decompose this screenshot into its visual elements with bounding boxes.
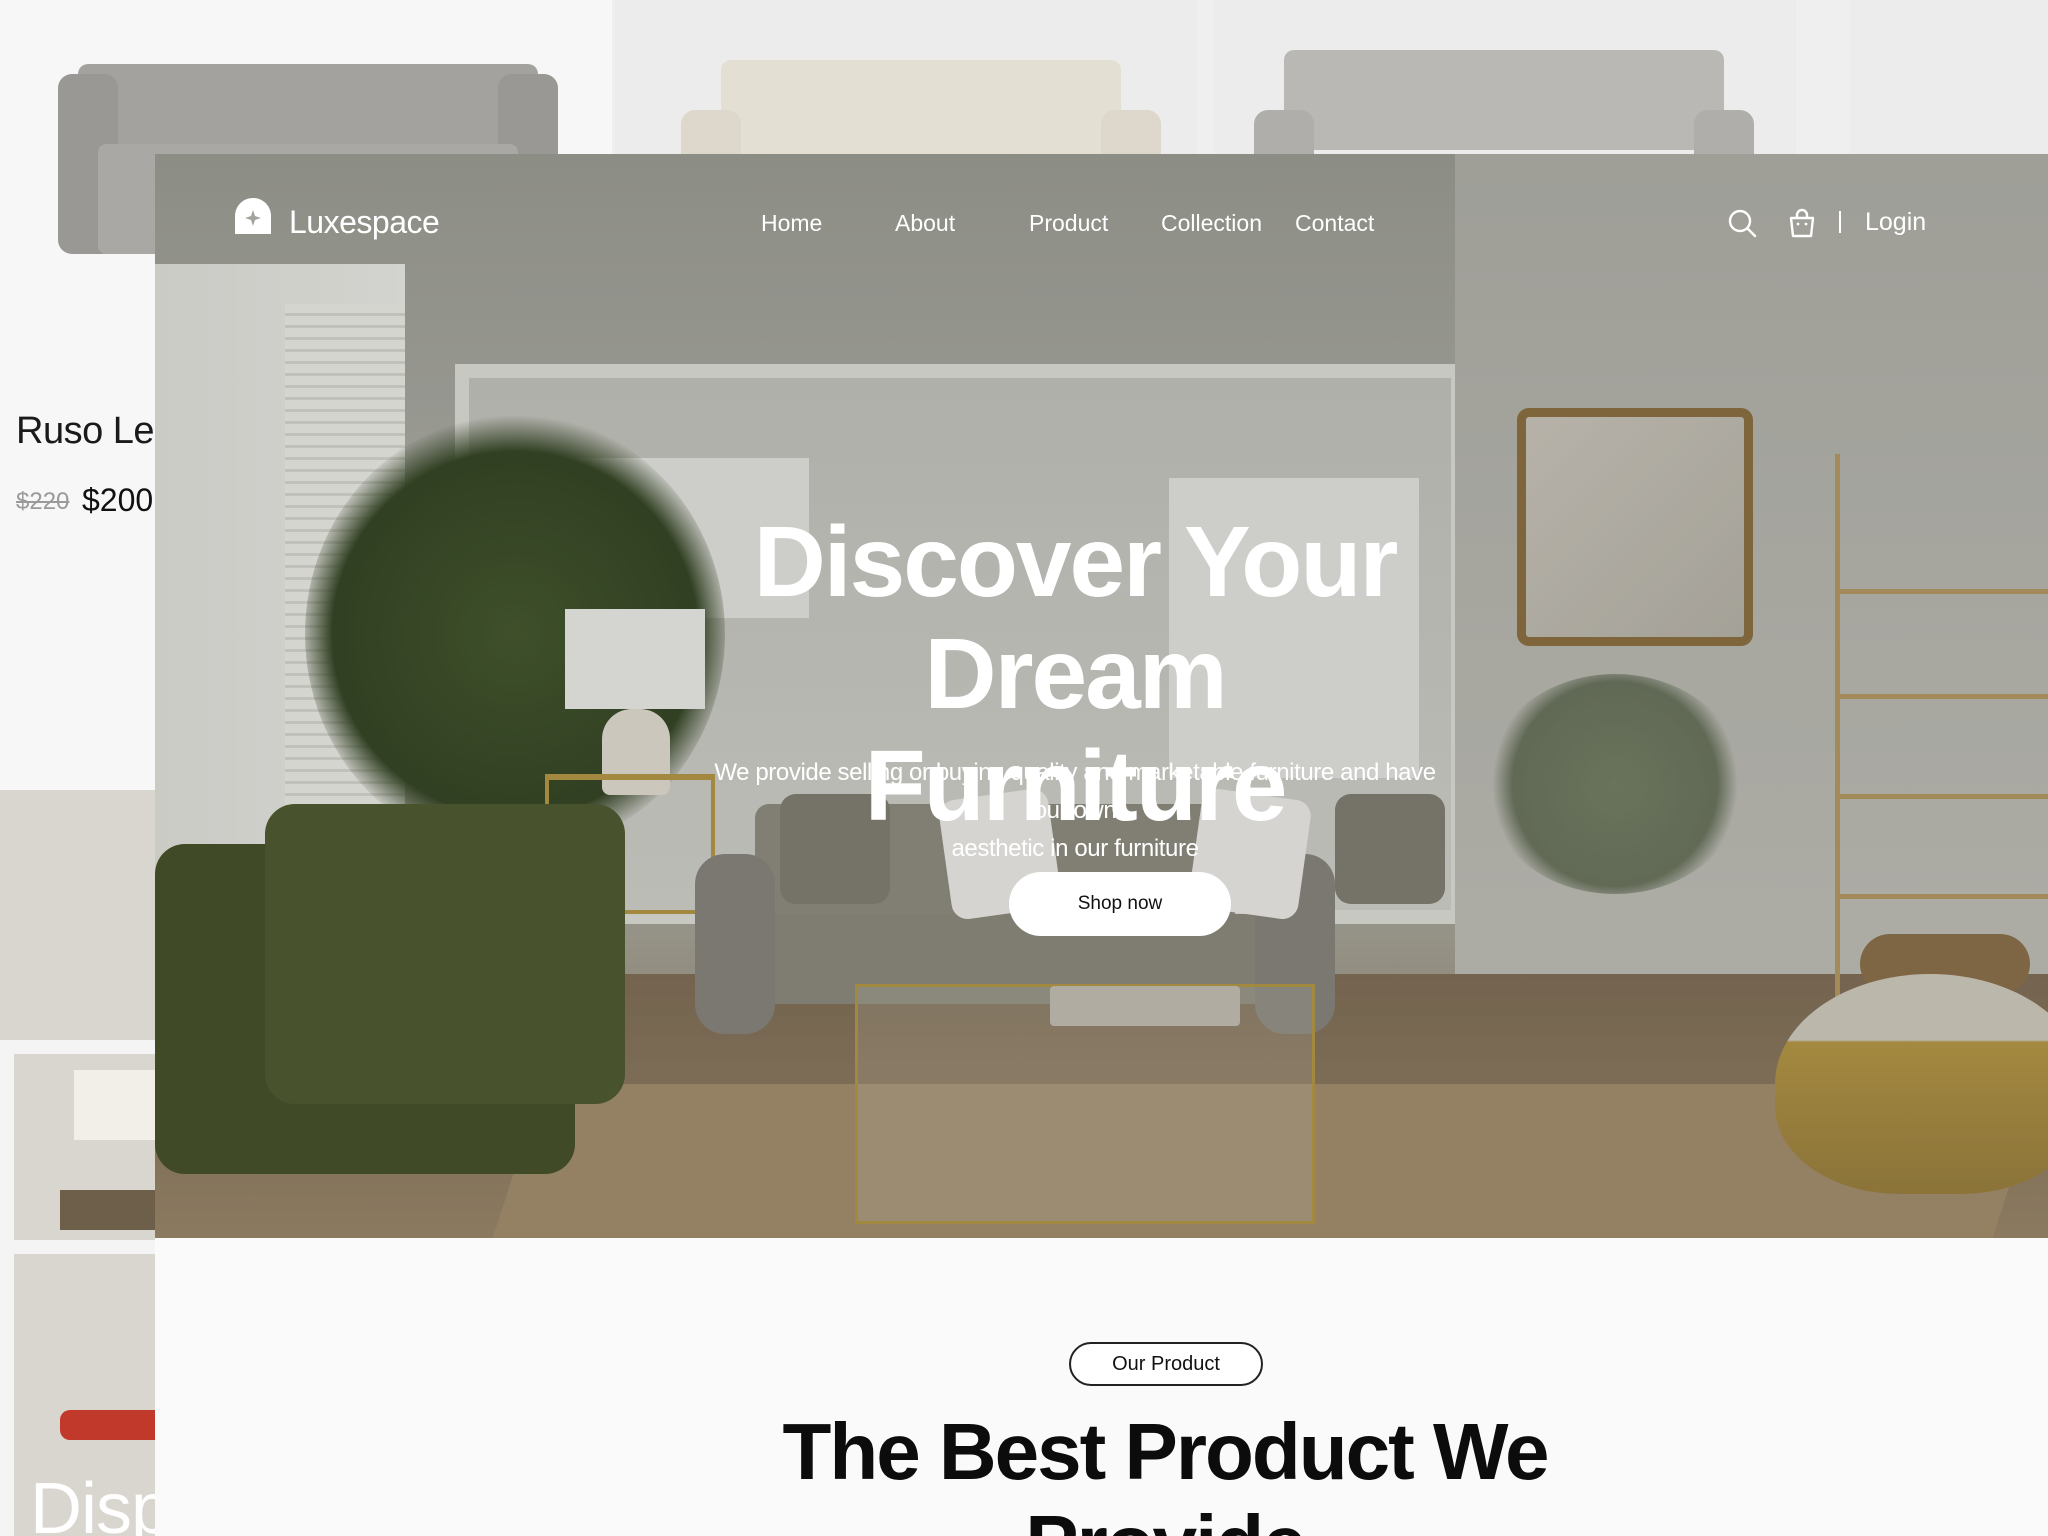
our-product-badge: Our Product	[1069, 1342, 1263, 1386]
nav-link-collection[interactable]: Collection	[1161, 210, 1262, 237]
old-price: $220	[16, 488, 70, 515]
hero-section: Luxespace Home About Product Collection …	[155, 154, 2048, 1238]
sofa-image-cream	[681, 60, 1161, 155]
login-link[interactable]: Login	[1865, 208, 1926, 237]
sofa-image-light-gray	[1254, 50, 1754, 155]
hero-subtitle: We provide selling or buying quality and…	[695, 754, 1455, 868]
background-product-card-4	[1850, 0, 2048, 155]
hero-title-line1: Discover Your	[753, 506, 1399, 618]
background-product-card-2	[615, 0, 1197, 155]
new-price: $200	[82, 482, 154, 518]
section-title: The Best Product We Provide	[782, 1407, 1549, 1536]
search-icon[interactable]	[1727, 208, 1757, 238]
shelf-post	[0, 1040, 14, 1536]
hero-subtitle-line2: aesthetic in our furniture	[951, 835, 1199, 862]
navbar: Luxespace Home About Product Collection …	[155, 154, 2048, 274]
brand-name[interactable]: Luxespace	[289, 204, 440, 241]
background-product-card-3	[1214, 0, 1796, 155]
lamp-image	[74, 1070, 164, 1140]
logo-icon[interactable]	[233, 196, 273, 236]
nav-link-contact[interactable]: Contact	[1295, 210, 1374, 237]
nav-link-product[interactable]: Product	[1029, 210, 1108, 237]
nav-divider	[1839, 211, 1841, 233]
nav-link-about[interactable]: About	[895, 210, 955, 237]
website-mockup: Luxespace Home About Product Collection …	[155, 154, 2048, 1536]
nav-link-home[interactable]: Home	[761, 210, 822, 237]
hero-subtitle-line1: We provide selling or buying quality and…	[714, 759, 1436, 824]
product-name: Ruso Lea	[16, 410, 175, 452]
shopping-bag-icon[interactable]	[1787, 208, 1817, 238]
shop-now-button[interactable]: Shop now	[1009, 872, 1231, 936]
books-image	[60, 1190, 160, 1230]
